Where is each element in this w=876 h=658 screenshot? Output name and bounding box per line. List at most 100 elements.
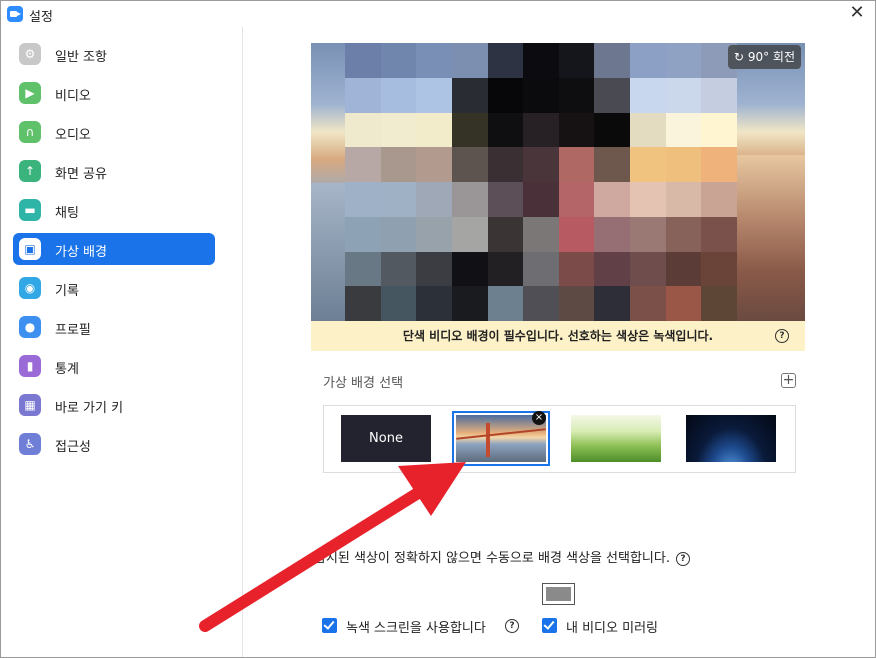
pixel-cell bbox=[558, 147, 595, 182]
remove-background-icon[interactable]: × bbox=[532, 411, 546, 425]
sidebar-item-label: 비디오 bbox=[55, 89, 91, 104]
pixel-cell bbox=[487, 216, 524, 252]
pixel-cell bbox=[630, 147, 666, 182]
pixel-cell bbox=[487, 77, 524, 113]
pixel-cell bbox=[451, 112, 488, 148]
pixel-cell bbox=[380, 77, 417, 113]
add-background-button[interactable]: + bbox=[781, 373, 796, 388]
pixel-cell bbox=[523, 147, 559, 182]
sidebar-item-10[interactable]: ▦ 바로 가기 키 bbox=[13, 389, 215, 421]
sidebar-glyph-icon: ♿ bbox=[24, 437, 36, 451]
background-grass[interactable] bbox=[571, 415, 661, 462]
pixel-cell bbox=[594, 182, 631, 217]
pixel-cell bbox=[523, 182, 559, 217]
sidebar-glyph-icon: ▮ bbox=[26, 359, 34, 373]
sidebar-item-label: 통계 bbox=[55, 362, 79, 377]
sidebar-item-label: 기록 bbox=[55, 284, 79, 299]
help-icon[interactable]: ? bbox=[775, 329, 789, 343]
sidebar-glyph-icon: ● bbox=[24, 320, 36, 334]
pixel-cell bbox=[630, 43, 666, 78]
sidebar-item-icon: ▣ bbox=[19, 238, 41, 260]
title-bar: 설정 ✕ bbox=[1, 1, 875, 27]
pixel-cell bbox=[451, 182, 488, 217]
rotate-icon: ↻ bbox=[733, 50, 744, 64]
sidebar-item-label: 접근성 bbox=[55, 440, 91, 455]
sidebar-item-6[interactable]: ▣ 가상 배경 bbox=[13, 233, 215, 265]
pixel-cell bbox=[701, 286, 737, 321]
sidebar-item-11[interactable]: ♿ 접근성 bbox=[13, 428, 215, 460]
pixel-cell bbox=[701, 112, 737, 148]
pixel-cell bbox=[451, 251, 488, 287]
sidebar-item-label: 바로 가기 키 bbox=[55, 401, 124, 416]
pixel-cell bbox=[487, 112, 524, 148]
sidebar-item-label: 프로필 bbox=[55, 323, 91, 338]
pixel-cell bbox=[523, 251, 559, 287]
pixel-cell bbox=[558, 251, 595, 287]
sidebar-item-7[interactable]: ◉ 기록 bbox=[13, 272, 215, 304]
pixel-cell bbox=[665, 286, 702, 321]
settings-window: 설정 ✕ ⚙ 일반 조항 ▶ 비디오 ∩ 오디오 ↑ 화면 공유 ▬ 채팅 ▣ 가상 배경 ◉ 기록 ● 프로… bbox=[0, 0, 876, 658]
background-earth[interactable] bbox=[686, 415, 776, 462]
pixel-cell bbox=[416, 182, 452, 217]
sidebar-item-5[interactable]: ▬ 채팅 bbox=[13, 194, 215, 226]
pixel-cell bbox=[558, 112, 595, 148]
pixel-cell bbox=[345, 147, 381, 182]
pixel-cell bbox=[416, 251, 452, 287]
pixel-cell bbox=[416, 147, 452, 182]
pixel-cell bbox=[451, 286, 488, 321]
pixel-cell bbox=[416, 216, 452, 252]
pixel-cell bbox=[701, 77, 737, 113]
pixel-cell bbox=[416, 112, 452, 148]
close-button[interactable]: ✕ bbox=[847, 3, 867, 23]
background-none[interactable]: None bbox=[341, 415, 431, 462]
sidebar-glyph-icon: ▬ bbox=[24, 203, 36, 217]
sidebar-item-1[interactable]: ⚙ 일반 조항 bbox=[13, 38, 215, 70]
pixel-cell bbox=[345, 182, 381, 217]
rotate-button[interactable]: ↻ 90° 회전 bbox=[727, 45, 801, 69]
pixel-cell bbox=[558, 43, 595, 78]
sidebar-item-2[interactable]: ▶ 비디오 bbox=[13, 77, 215, 109]
pixel-cell bbox=[630, 286, 666, 321]
mirror-video-checkbox[interactable] bbox=[542, 618, 557, 633]
pixel-cell bbox=[345, 286, 381, 321]
green-screen-label: 녹색 스크린을 사용합니다 bbox=[346, 621, 486, 636]
sidebar-item-label: 일반 조항 bbox=[55, 50, 107, 65]
help-icon[interactable]: ? bbox=[675, 551, 690, 566]
pixel-cell bbox=[665, 182, 702, 217]
sidebar-glyph-icon: ∩ bbox=[25, 125, 35, 139]
sidebar-item-icon: ▶ bbox=[19, 82, 41, 104]
pixel-cell bbox=[558, 182, 595, 217]
pixel-cell bbox=[665, 216, 702, 252]
sidebar-item-icon: ↑ bbox=[19, 160, 41, 182]
manual-color-hint: 감지된 색상이 정확하지 않으면 수동으로 배경 색상을 선택합니다.? bbox=[314, 547, 690, 566]
sidebar-glyph-icon: ▶ bbox=[25, 86, 35, 100]
sidebar-item-9[interactable]: ▮ 통계 bbox=[13, 350, 215, 382]
pixel-cell bbox=[594, 286, 631, 321]
pixel-cell bbox=[380, 182, 417, 217]
sidebar-item-4[interactable]: ↑ 화면 공유 bbox=[13, 155, 215, 187]
bridge-left-scene bbox=[311, 183, 345, 321]
sidebar-item-icon: ▮ bbox=[19, 355, 41, 377]
pixel-cell bbox=[630, 77, 666, 113]
sidebar-item-label: 화면 공유 bbox=[55, 167, 107, 182]
pixel-cell bbox=[630, 112, 666, 148]
help-icon[interactable]: ? bbox=[505, 619, 519, 633]
manual-color-text: 감지된 색상이 정확하지 않으면 수동으로 배경 색상을 선택합니다. bbox=[314, 551, 670, 566]
solid-background-warning: 단색 비디오 배경이 필수입니다. 선호하는 색상은 녹색입니다. ? bbox=[311, 321, 805, 351]
background-thumbnail-list: None × bbox=[323, 405, 796, 473]
sidebar-item-3[interactable]: ∩ 오디오 bbox=[13, 116, 215, 148]
pixel-cell bbox=[523, 286, 559, 321]
pixel-cell bbox=[665, 77, 702, 113]
pixel-cell bbox=[487, 286, 524, 321]
virtual-background-panel: ↻ 90° 회전 단색 비디오 배경이 필수입니다. 선호하는 색상은 녹색입니… bbox=[244, 27, 876, 657]
background-color-swatch[interactable] bbox=[542, 583, 575, 605]
pixelated-subject bbox=[345, 43, 737, 321]
pixel-cell bbox=[451, 147, 488, 182]
pixel-cell bbox=[451, 43, 488, 78]
pixel-cell bbox=[523, 216, 559, 252]
sidebar-item-8[interactable]: ● 프로필 bbox=[13, 311, 215, 343]
pixel-cell bbox=[558, 286, 595, 321]
pixel-cell bbox=[701, 216, 737, 252]
pixel-cell bbox=[345, 216, 381, 252]
green-screen-checkbox[interactable] bbox=[322, 618, 337, 633]
